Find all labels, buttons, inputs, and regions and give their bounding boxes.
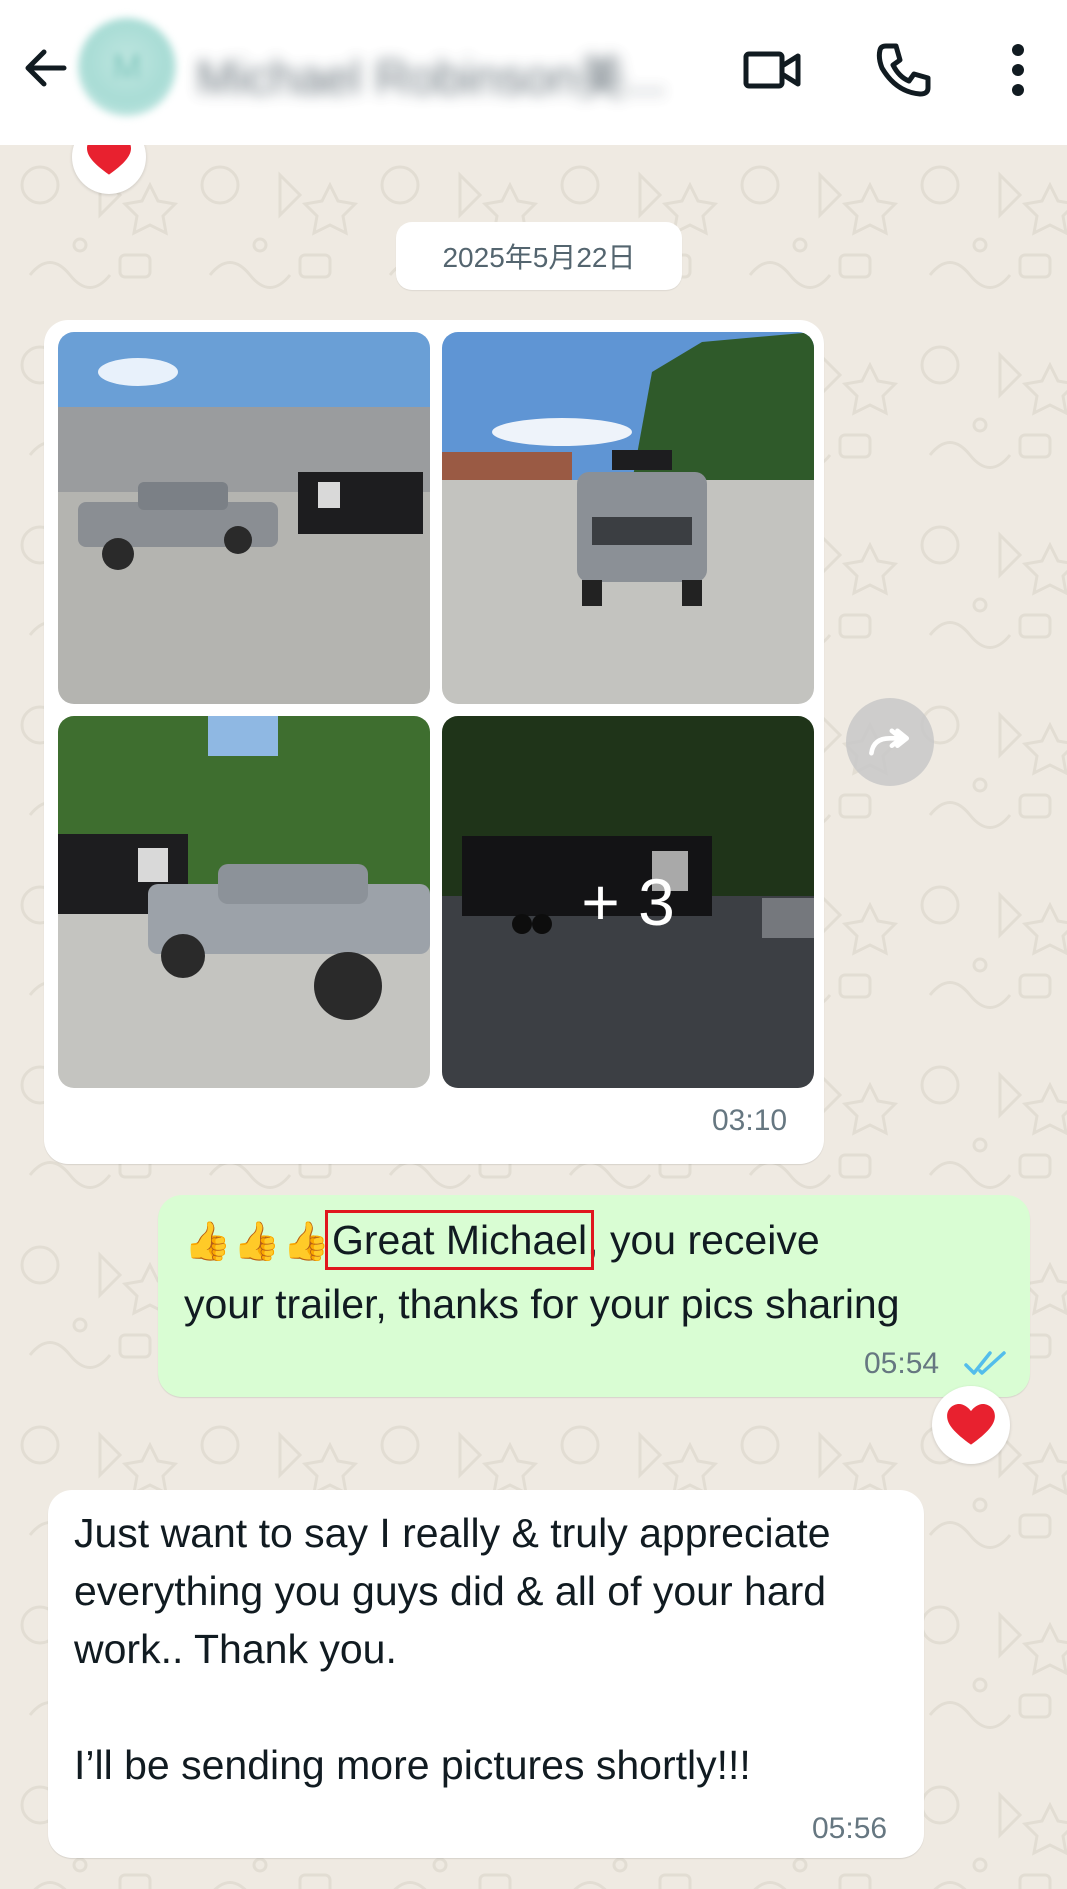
- back-arrow-icon[interactable]: [18, 40, 74, 96]
- message-time: 05:56: [812, 1812, 888, 1845]
- photo-thumbnail[interactable]: [58, 716, 430, 1088]
- double-check-read-icon: [964, 1351, 1006, 1375]
- thumbs-up-emoji: 👍👍👍: [184, 1219, 332, 1263]
- outgoing-message-bubble[interactable]: 👍👍👍Great Michael, you receive your trail…: [158, 1195, 1030, 1397]
- heart-reaction-icon[interactable]: [932, 1386, 1010, 1464]
- photo-thumbnail[interactable]: [58, 332, 430, 704]
- message-time: 03:10: [712, 1104, 788, 1137]
- video-camera-icon[interactable]: [740, 38, 804, 102]
- photo-thumbnail[interactable]: [442, 332, 814, 704]
- highlighted-name: Great Michael: [324, 1210, 595, 1270]
- message-text-part: , you receive: [587, 1217, 820, 1263]
- forward-button[interactable]: [846, 698, 934, 786]
- avatar-initial: M: [112, 48, 142, 86]
- outgoing-message-text: 👍👍👍Great Michael, you receive your trail…: [184, 1209, 1014, 1336]
- incoming-message-text: Just want to say I really & truly apprec…: [74, 1510, 831, 1788]
- incoming-message-bubble[interactable]: Just want to say I really & truly apprec…: [48, 1490, 924, 1858]
- chat-header: M Michael Robinson美...: [0, 0, 1067, 145]
- message-text-part: your trailer, thanks for your pics shari…: [184, 1281, 900, 1327]
- more-vertical-icon[interactable]: [988, 38, 1048, 102]
- contact-name[interactable]: Michael Robinson美...: [196, 38, 676, 98]
- media-message-bubble[interactable]: + 3 03:10: [44, 320, 824, 1164]
- forward-icon: [869, 728, 910, 756]
- phone-icon[interactable]: [872, 38, 936, 102]
- message-time: 05:54: [864, 1347, 940, 1380]
- avatar[interactable]: M: [78, 18, 176, 116]
- photo-thumbnail-more[interactable]: + 3: [442, 716, 814, 1088]
- more-photos-count: + 3: [442, 716, 814, 1088]
- date-separator: 2025年5月22日: [396, 222, 682, 290]
